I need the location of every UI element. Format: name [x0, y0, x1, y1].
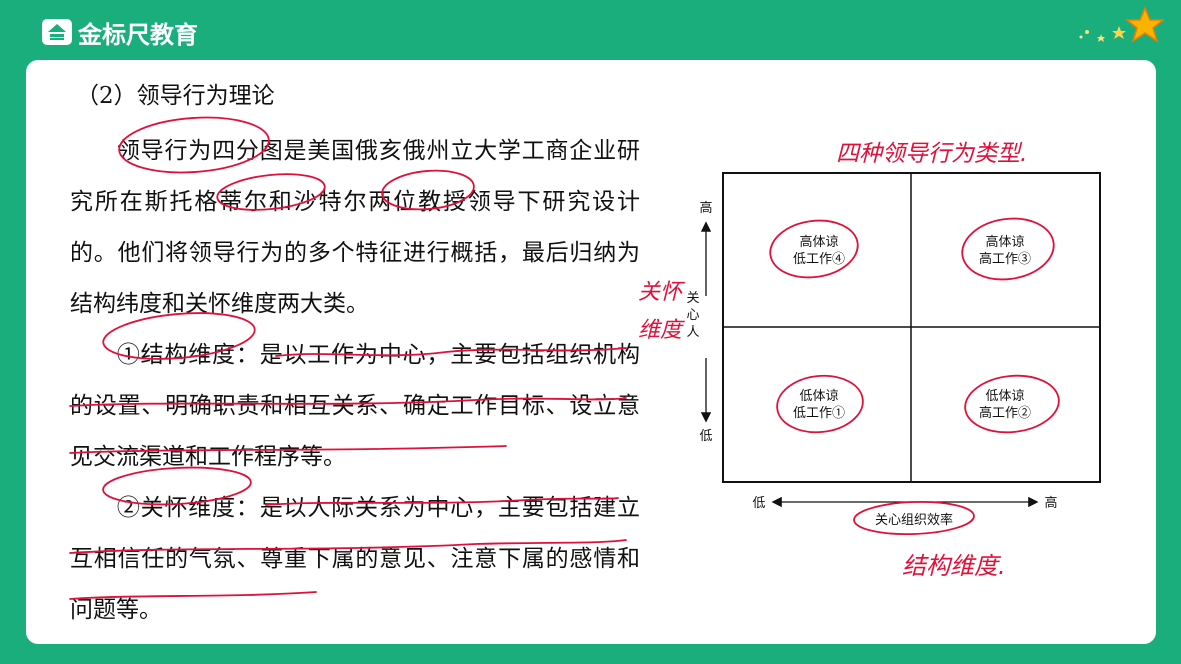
annotation-structure-dimension: 结构维度.: [902, 552, 1006, 580]
paragraph-consideration-dimension: ②关怀维度：是以人际关系为中心，主要包括建立互相信任的气氛、尊重下属的意见、注意…: [70, 495, 640, 623]
annotation-consideration-line1: 关怀: [638, 280, 683, 305]
quadrant-top-left-line1: 高体谅: [799, 234, 838, 250]
y-axis-title-char-1: 关: [686, 291, 699, 306]
paragraph-structure-dimension: ①结构维度：是以工作为中心，主要包括组织机构的设置、明确职责和相互关系、确定工作…: [70, 342, 640, 470]
section-heading: （2）领导行为理论: [76, 83, 275, 109]
quadrant-top-right-line2: 高工作③: [979, 251, 1031, 267]
x-axis-high-label: 高: [1044, 495, 1057, 511]
brand-logo: 金标尺教育: [42, 16, 198, 49]
x-axis-low-label: 低: [752, 496, 765, 511]
circle-quadrant-bottom-left: [776, 374, 864, 434]
brand-name: 金标尺教育: [78, 20, 198, 49]
y-axis-title-char-2: 心: [686, 308, 699, 323]
quadrant-bottom-right-line1: 低体谅: [985, 389, 1024, 404]
circle-quadrant-bottom-right: [964, 374, 1060, 434]
quadrant-bottom-left-line1: 低体谅: [799, 389, 838, 404]
slide-card: （2）领导行为理论 领导行为四分图是美国俄亥俄州立大学工商企业研究所在斯托格蒂尔…: [26, 60, 1156, 644]
x-axis-title: 关心组织效率: [875, 512, 953, 528]
paragraph-overview: 领导行为四分图是美国俄亥俄州立大学工商企业研究所在斯托格蒂尔和沙特尔两位教授领导…: [70, 138, 640, 317]
y-axis-high-label: 高: [699, 200, 712, 216]
quadrant-top-right-line1: 高体谅: [985, 234, 1024, 250]
stars-decoration-icon: [1079, 6, 1166, 43]
annotation-four-types: 四种领导行为类型.: [836, 141, 1028, 167]
quadrant-top-left-line2: 低工作④: [793, 252, 845, 267]
logo-mark-icon: [42, 19, 72, 45]
annotation-consideration-line2: 维度: [638, 318, 683, 343]
quadrant-bottom-right-line2: 高工作②: [979, 405, 1031, 421]
y-axis-title-char-3: 人: [686, 325, 699, 340]
y-axis-low-label: 低: [699, 429, 712, 444]
quadrant-bottom-left-line2: 低工作①: [793, 406, 845, 421]
